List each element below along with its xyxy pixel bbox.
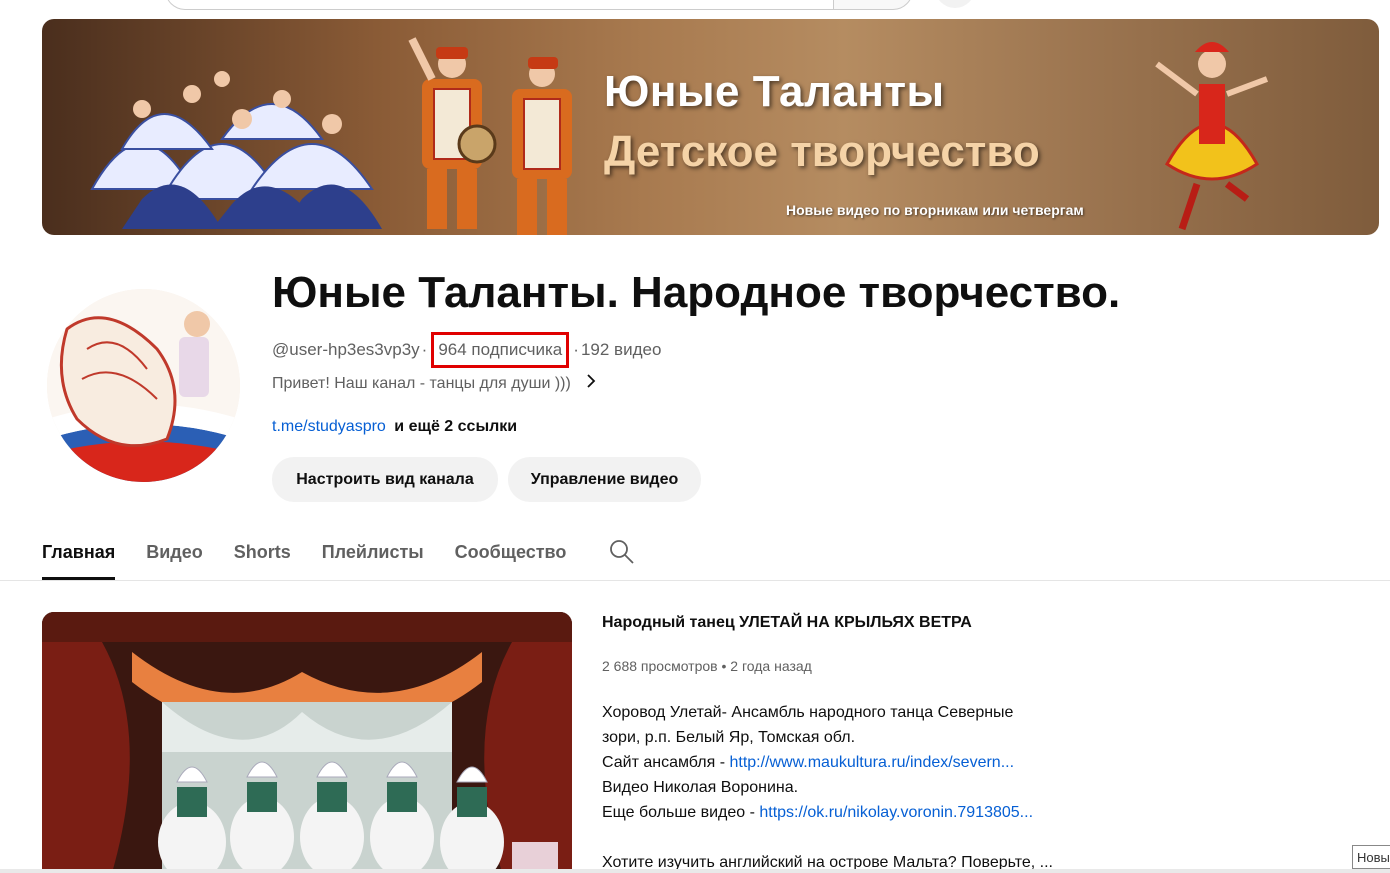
dancer-avatar-image bbox=[47, 289, 240, 482]
search-button[interactable] bbox=[833, 0, 913, 10]
voice-search-button[interactable] bbox=[935, 0, 975, 8]
featured-video-thumbnail[interactable] bbox=[42, 612, 572, 873]
more-videos-link[interactable]: https://ok.ru/nikolay.voronin.7913805... bbox=[759, 804, 1033, 821]
description-line: Сайт ансамбля - http://www.maukultura.ru… bbox=[602, 750, 1122, 775]
subscriber-count: 964 подписчика bbox=[431, 332, 570, 368]
featured-video-meta: 2 688 просмотров • 2 года назад bbox=[602, 658, 812, 674]
meta-separator: · bbox=[421, 340, 428, 359]
channel-description[interactable]: Привет! Наш канал - танцы для души ))) bbox=[272, 373, 597, 394]
girl-dancer-illustration bbox=[1155, 42, 1269, 231]
description-line: Хоровод Улетай- Ансамбль народного танца… bbox=[602, 704, 1014, 721]
description-text: Сайт ансамбля - bbox=[602, 754, 730, 771]
description-line: Еще больше видео - https://ok.ru/nikolay… bbox=[602, 800, 1122, 825]
channel-description-text: Привет! Наш канал - танцы для души ))) bbox=[272, 374, 571, 392]
channel-handle: @user-hp3es3vp3y bbox=[272, 340, 420, 359]
upload-age: 2 года назад bbox=[730, 658, 812, 674]
ensemble-site-link[interactable]: http://www.maukultura.ru/index/severn... bbox=[729, 754, 1014, 771]
tab-home[interactable]: Главная bbox=[42, 536, 116, 580]
video-count: 192 видео bbox=[580, 340, 662, 359]
channel-name: Юные Таланты. Народное творчество. bbox=[272, 268, 1121, 317]
tab-community[interactable]: Сообщество bbox=[455, 536, 567, 580]
tooltip: Новы bbox=[1352, 845, 1390, 869]
tab-playlists[interactable]: Плейлисты bbox=[322, 536, 424, 580]
bottom-bar bbox=[0, 869, 1390, 873]
chevron-right-icon[interactable] bbox=[585, 373, 597, 394]
search-input[interactable] bbox=[165, 0, 836, 10]
search-icon[interactable] bbox=[609, 539, 635, 570]
channel-links: t.me/studyaspro и ещё 2 ссылки bbox=[272, 418, 517, 436]
customize-channel-button[interactable]: Настроить вид канала bbox=[272, 457, 498, 502]
meta-dot: • bbox=[721, 658, 727, 674]
youtube-channel-page: Юные Таланты Детское творчество Новые ви… bbox=[0, 0, 1390, 873]
banner-subtitle: Детское творчество bbox=[604, 127, 1040, 176]
featured-video-title[interactable]: Народный танец УЛЕТАЙ НА КРЫЛЬЯХ ВЕТРА bbox=[602, 614, 972, 632]
description-line: Видео Николая Воронина. bbox=[602, 779, 799, 796]
description-text: Еще больше видео - bbox=[602, 804, 760, 821]
banner-title: Юные Таланты bbox=[604, 67, 945, 116]
tab-shorts[interactable]: Shorts bbox=[234, 536, 291, 580]
featured-video-description: Хоровод Улетай- Ансамбль народного танца… bbox=[602, 700, 1122, 873]
banner-schedule-note: Новые видео по вторникам или четвергам bbox=[786, 202, 1084, 218]
channel-meta: @user-hp3es3vp3y · 964 подписчика · 192 … bbox=[272, 332, 661, 368]
channel-banner: Юные Таланты Детское творчество Новые ви… bbox=[42, 19, 1379, 235]
channel-link-telegram[interactable]: t.me/studyaspro bbox=[272, 418, 386, 435]
stage-performance-image bbox=[42, 612, 572, 873]
channel-avatar[interactable] bbox=[47, 289, 240, 482]
meta-separator: · bbox=[573, 340, 579, 359]
channel-tabs: Главная Видео Shorts Плейлисты Сообществ… bbox=[42, 536, 635, 580]
description-line: зори, р.п. Белый Яр, Томская обл. bbox=[602, 729, 856, 746]
view-count: 2 688 просмотров bbox=[602, 658, 718, 674]
manage-videos-button[interactable]: Управление видео bbox=[508, 457, 701, 502]
tabs-divider bbox=[0, 580, 1390, 581]
drummer-illustration bbox=[408, 37, 572, 235]
dancers-group-illustration bbox=[90, 71, 382, 229]
tab-videos[interactable]: Видео bbox=[146, 536, 203, 580]
more-links-button[interactable]: и ещё 2 ссылки bbox=[394, 418, 517, 435]
